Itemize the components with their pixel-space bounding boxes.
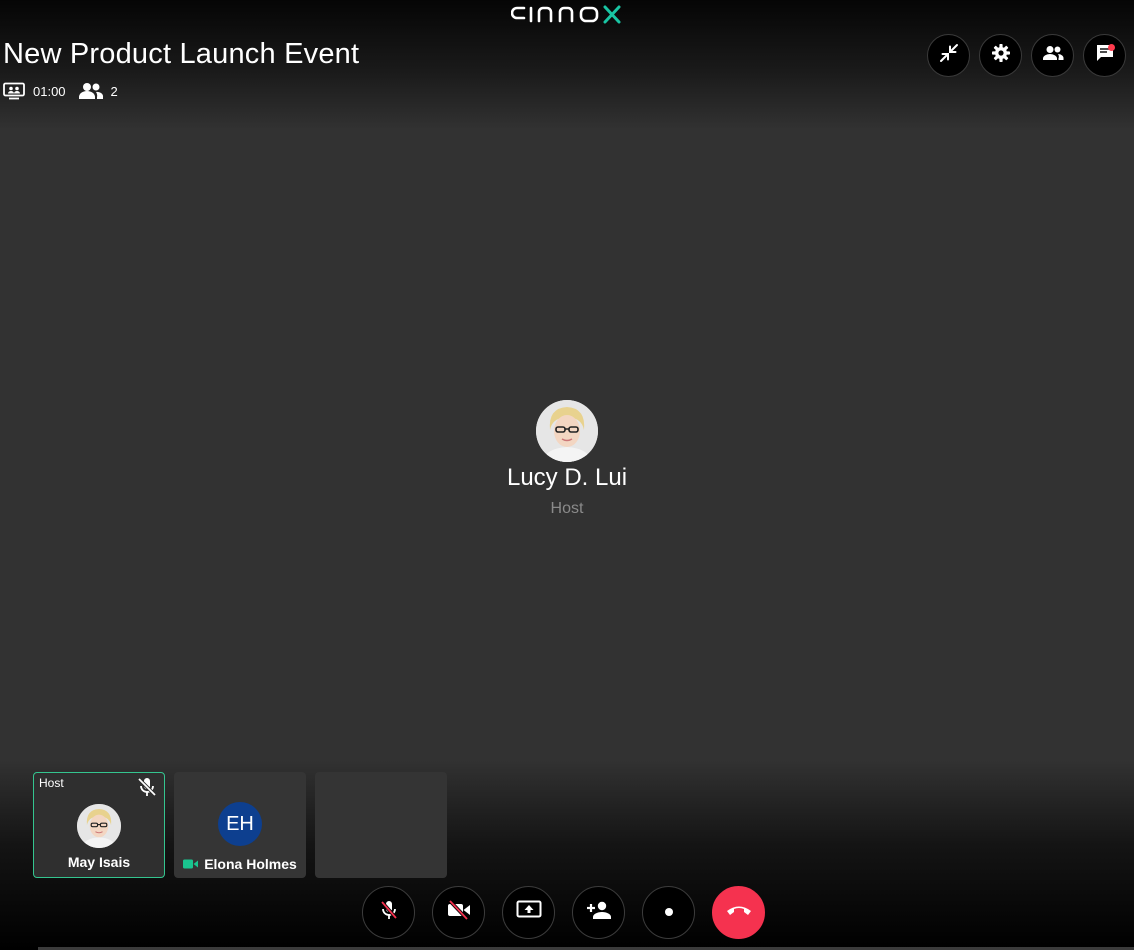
speaker-name: Lucy D. Lui bbox=[506, 464, 628, 491]
mute-button[interactable] bbox=[362, 886, 415, 939]
speaker-avatar bbox=[536, 400, 598, 462]
video-off-icon bbox=[447, 899, 471, 925]
add-person-icon bbox=[586, 900, 612, 925]
record-dot-icon bbox=[664, 904, 674, 922]
mic-off-icon bbox=[378, 899, 400, 926]
presentation-icon bbox=[3, 82, 25, 100]
phone-hangup-icon bbox=[725, 903, 753, 922]
call-controls bbox=[362, 886, 765, 939]
screen-share-icon bbox=[516, 900, 542, 925]
top-controls bbox=[927, 34, 1126, 77]
minimize-button[interactable] bbox=[927, 34, 970, 77]
gear-icon bbox=[991, 43, 1011, 68]
participant-name: May Isais bbox=[67, 854, 131, 870]
record-button[interactable] bbox=[642, 886, 695, 939]
meeting-meta: 01:00 2 bbox=[3, 81, 118, 101]
cinnox-logo bbox=[0, 2, 1134, 33]
host-tag: Host bbox=[39, 776, 64, 790]
participant-avatar bbox=[77, 804, 121, 848]
participant-tile[interactable]: EH Elona Holmes bbox=[174, 772, 306, 878]
video-camera-icon bbox=[183, 856, 199, 872]
chat-button[interactable] bbox=[1083, 34, 1126, 77]
participant-tile[interactable]: Host May Isais bbox=[33, 772, 165, 878]
settings-button[interactable] bbox=[979, 34, 1022, 77]
participant-name: Elona Holmes bbox=[204, 856, 297, 872]
people-icon bbox=[1042, 45, 1064, 66]
active-speaker: Lucy D. Lui Host bbox=[0, 400, 1134, 518]
notification-dot bbox=[1108, 44, 1115, 51]
participant-count: 2 bbox=[110, 83, 118, 99]
meeting-duration: 01:00 bbox=[33, 83, 66, 99]
add-participant-button[interactable] bbox=[572, 886, 625, 939]
participant-tiles: Host May Isais EH Elona Holmes bbox=[33, 772, 447, 878]
participant-name-row: Elona Holmes bbox=[174, 856, 306, 872]
mic-off-icon bbox=[136, 776, 158, 803]
meeting-title: New Product Launch Event bbox=[3, 38, 360, 70]
participant-initials: EH bbox=[218, 802, 262, 846]
camera-button[interactable] bbox=[432, 886, 485, 939]
empty-tile bbox=[315, 772, 447, 878]
share-screen-button[interactable] bbox=[502, 886, 555, 939]
speaker-role: Host bbox=[550, 500, 584, 517]
participants-button[interactable] bbox=[1031, 34, 1074, 77]
hang-up-button[interactable] bbox=[712, 886, 765, 939]
collapse-arrows-icon bbox=[939, 43, 959, 68]
people-icon bbox=[78, 82, 104, 100]
